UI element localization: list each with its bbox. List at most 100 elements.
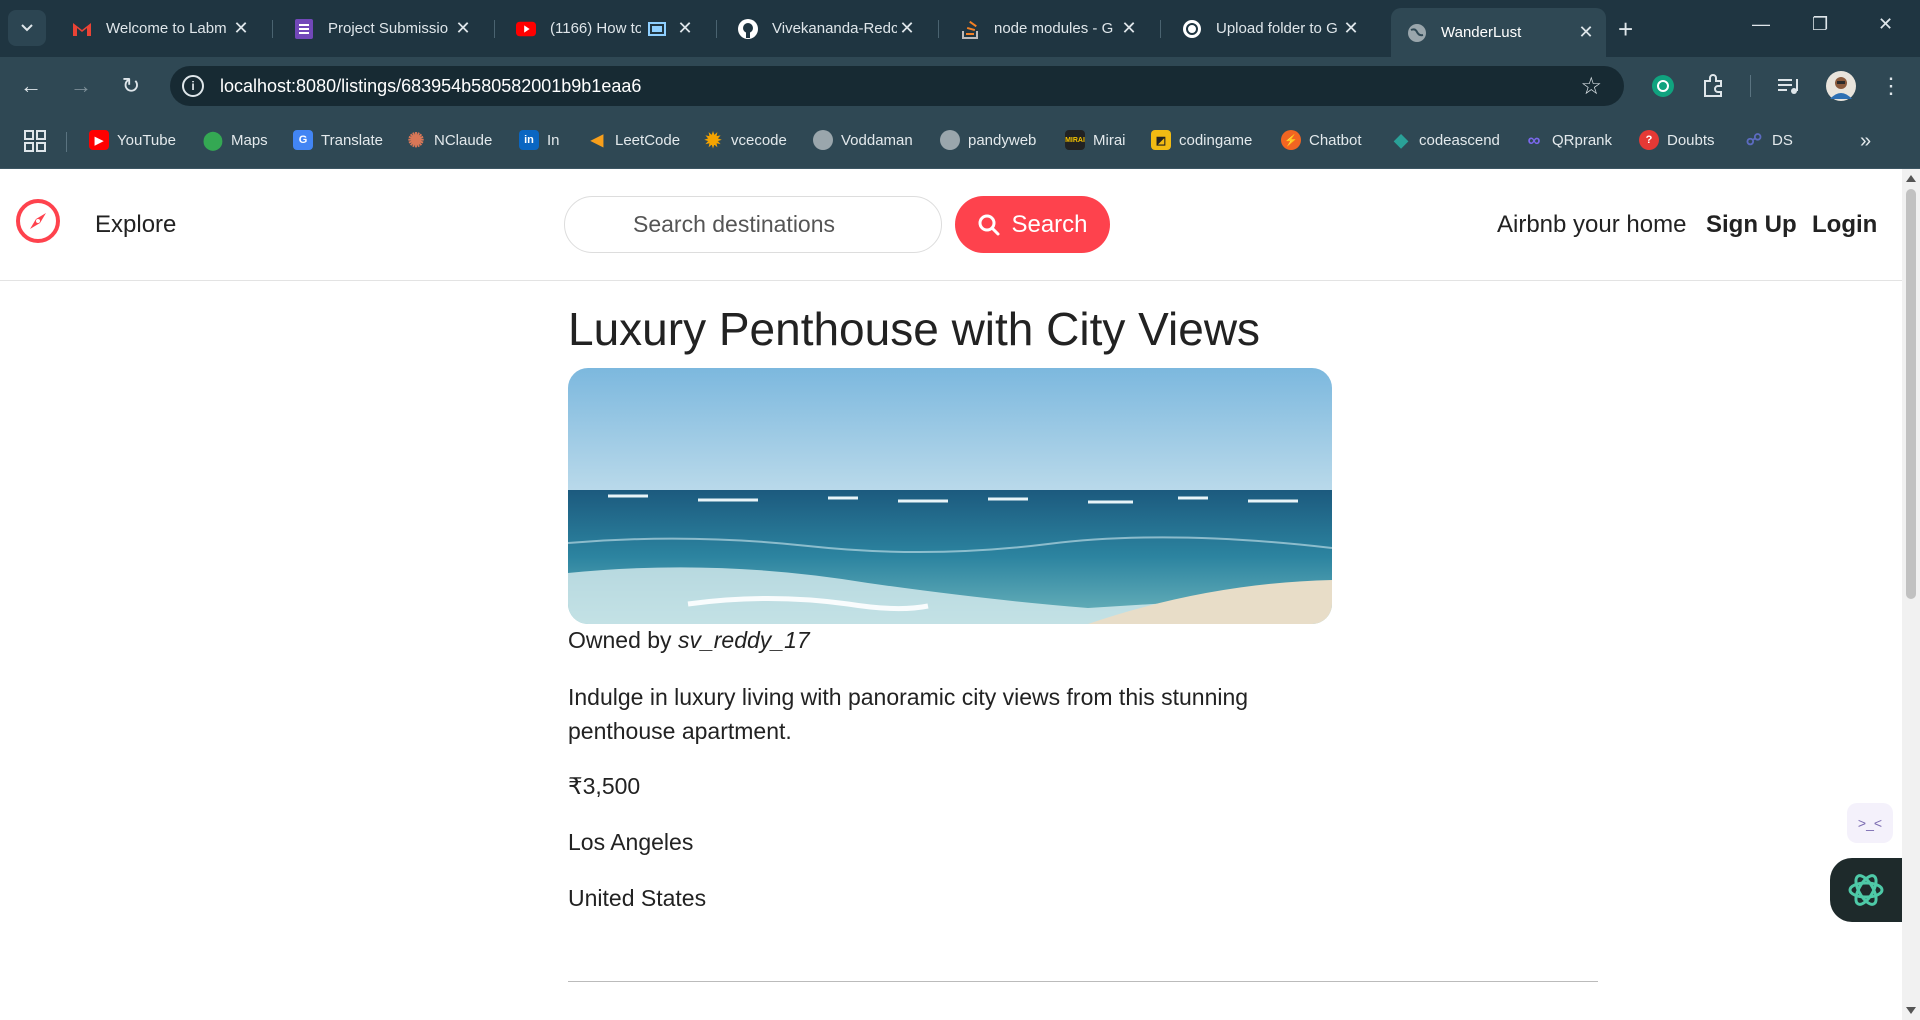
bookmark-label: QRprank	[1552, 131, 1613, 149]
bookmark-nclaude[interactable]: ✺ NClaude	[406, 129, 493, 152]
owner-username: sv_reddy_17	[677, 627, 810, 653]
browser-tab[interactable]: node modules - G ✕	[944, 8, 1149, 49]
minimize-icon[interactable]: —	[1752, 14, 1770, 35]
chatgpt-floating-button[interactable]	[1830, 858, 1902, 922]
address-bar[interactable]: i localhost:8080/listings/683954b5805820…	[170, 66, 1624, 106]
restore-icon[interactable]: ❐	[1812, 14, 1828, 35]
linkedin-icon: in	[519, 130, 539, 150]
bookmark-maps[interactable]: ⬤ Maps	[203, 130, 268, 150]
page-scrollbar[interactable]	[1902, 169, 1920, 1020]
bookmark-chatbot[interactable]: ⚡ Chatbot	[1281, 130, 1362, 150]
tab-title: Welcome to Labm	[106, 20, 227, 37]
scroll-down-arrow-icon[interactable]	[1906, 1007, 1916, 1014]
menu-kebab-icon[interactable]: ⋮	[1876, 71, 1906, 101]
browser-tab[interactable]: Vivekananda-Redc ✕	[722, 8, 927, 49]
bookmark-mirai[interactable]: MIRAI Mirai	[1065, 130, 1126, 150]
browser-tab-strip: Welcome to Labm ✕ Project Submissio ✕ (1…	[0, 0, 1920, 57]
bookmark-voddaman[interactable]: Voddaman	[813, 130, 913, 150]
bookmark-star-icon[interactable]: ☆	[1580, 72, 1602, 101]
search-button[interactable]: Search	[955, 196, 1110, 253]
browser-tab[interactable]: Welcome to Labm ✕	[56, 8, 261, 49]
bookmark-ds[interactable]: ☍ DS	[1744, 130, 1793, 150]
floating-widget-collapse-icon[interactable]: >_<	[1847, 803, 1893, 843]
apps-grid-icon[interactable]	[24, 130, 46, 152]
claude-icon: ✺	[407, 129, 425, 152]
bookmark-label: pandyweb	[968, 131, 1037, 149]
bookmark-label: Chatbot	[1309, 131, 1362, 149]
youtube-icon	[516, 19, 536, 39]
site-navbar: Explore Search Airbnb your home Sign Up …	[0, 169, 1902, 281]
tab-divider	[272, 20, 273, 38]
browser-toolbar: ← → ↻ i localhost:8080/listings/683954b5…	[0, 57, 1920, 114]
browser-tab[interactable]: (1166) How to ✕	[500, 8, 705, 49]
site-info-icon[interactable]: i	[182, 75, 204, 97]
bookmark-codeascend[interactable]: ◆ codeascend	[1391, 130, 1500, 150]
url-text: localhost:8080/listings/683954b580582001…	[220, 76, 642, 96]
bookmark-label: codeascend	[1419, 131, 1500, 149]
bookmark-linkedin[interactable]: in In	[519, 130, 560, 150]
forward-icon[interactable]: →	[66, 71, 96, 101]
browser-tab-active[interactable]: WanderLust ✕	[1391, 8, 1606, 57]
doubts-icon: ?	[1639, 130, 1659, 150]
host-home-link[interactable]: Airbnb your home	[1497, 211, 1686, 239]
bookmark-youtube[interactable]: ▶ YouTube	[89, 130, 176, 150]
bookmark-qrprank[interactable]: ∞ QRprank	[1524, 130, 1612, 150]
explore-link[interactable]: Explore	[95, 211, 176, 239]
reload-icon[interactable]: ↻	[116, 71, 146, 101]
youtube-icon: ▶	[89, 130, 109, 150]
back-icon[interactable]: ←	[16, 71, 46, 101]
bookmark-label: Voddaman	[841, 131, 913, 149]
close-icon[interactable]: ✕	[453, 18, 473, 39]
browser-tab[interactable]: Project Submissio ✕	[278, 8, 483, 49]
listing-price: ₹3,500	[568, 773, 641, 799]
chatgpt-icon	[1848, 874, 1884, 906]
window-close-icon[interactable]: ✕	[1878, 14, 1893, 35]
cast-icon	[647, 19, 667, 39]
bookmark-label: Mirai	[1093, 131, 1126, 149]
bookmark-label: DS	[1772, 131, 1793, 149]
mirai-icon: MIRAI	[1065, 130, 1085, 150]
bookmark-translate[interactable]: G Translate	[293, 130, 383, 150]
chatgpt-icon	[1182, 19, 1202, 39]
tab-title: node modules - G	[994, 20, 1114, 37]
login-link[interactable]: Login	[1812, 211, 1877, 239]
tab-title: (1166) How to	[550, 20, 641, 37]
media-controls-icon[interactable]	[1775, 73, 1801, 99]
chatgpt-extension-icon[interactable]	[1650, 73, 1676, 99]
codingame-icon: ◩	[1151, 130, 1171, 150]
globe-icon	[1407, 23, 1427, 43]
bookmark-label: NClaude	[434, 131, 493, 149]
close-icon[interactable]: ✕	[231, 18, 251, 39]
bookmark-codingame[interactable]: ◩ codingame	[1151, 130, 1252, 150]
new-tab-button[interactable]: +	[1618, 14, 1633, 45]
compass-logo-icon[interactable]	[15, 198, 61, 244]
bookmark-doubts[interactable]: ? Doubts	[1639, 130, 1715, 150]
close-icon[interactable]: ✕	[1119, 18, 1139, 39]
scrollbar-thumb[interactable]	[1906, 189, 1916, 599]
close-icon[interactable]: ✕	[1576, 22, 1596, 43]
translate-icon: G	[293, 130, 313, 150]
chatbot-icon: ⚡	[1281, 130, 1301, 150]
bookmark-label: YouTube	[117, 131, 176, 149]
tab-divider	[938, 20, 939, 38]
globe-icon	[813, 130, 833, 150]
bookmark-pandyweb[interactable]: pandyweb	[940, 130, 1036, 150]
close-icon[interactable]: ✕	[675, 18, 695, 39]
scroll-up-arrow-icon[interactable]	[1906, 175, 1916, 182]
search-icon	[978, 214, 1000, 235]
extensions-puzzle-icon[interactable]	[1700, 73, 1726, 99]
browser-tab[interactable]: Upload folder to G ✕	[1166, 8, 1371, 49]
owned-by-label: Owned by	[568, 627, 672, 653]
toolbar-divider	[1750, 75, 1751, 97]
signup-link[interactable]: Sign Up	[1706, 211, 1797, 239]
tab-search-button[interactable]	[8, 10, 46, 46]
search-input[interactable]	[564, 196, 942, 253]
close-icon[interactable]: ✕	[1341, 18, 1361, 39]
bookmark-leetcode[interactable]: ◀ LeetCode	[587, 130, 680, 150]
profile-avatar[interactable]	[1826, 71, 1856, 101]
close-icon[interactable]: ✕	[897, 18, 917, 39]
bookmark-vcecode[interactable]: ✹ vcecode	[703, 130, 787, 152]
listing-image	[568, 368, 1332, 624]
tab-title: Project Submissio	[328, 20, 449, 37]
more-bookmarks-chevron-icon[interactable]: »	[1860, 130, 1871, 153]
